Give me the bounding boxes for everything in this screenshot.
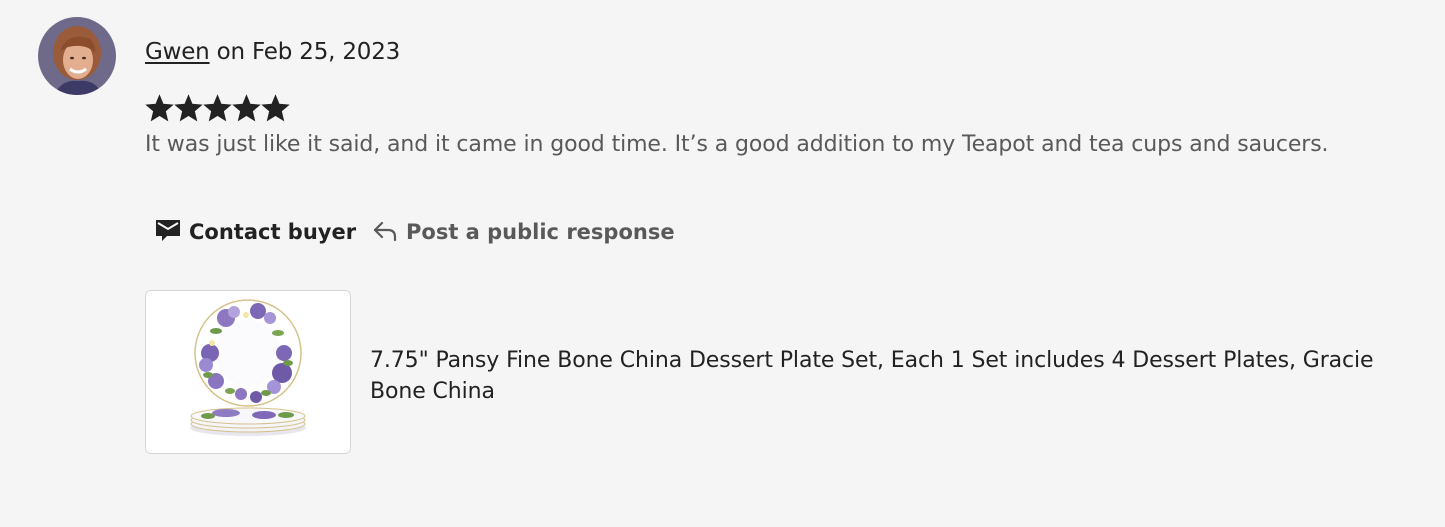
review-text: It was just like it said, and it came in… xyxy=(145,132,1329,157)
star-icon xyxy=(203,94,232,122)
product-title-link[interactable]: 7.75" Pansy Fine Bone China Dessert Plat… xyxy=(370,345,1430,407)
contact-buyer-label: Contact buyer xyxy=(189,220,357,244)
review-header: Gwen on Feb 25, 2023 xyxy=(145,37,400,67)
reviewer-avatar[interactable] xyxy=(38,17,116,95)
star-icon xyxy=(232,94,261,122)
star-rating xyxy=(145,93,290,124)
star-icon xyxy=(174,94,203,122)
star-icon xyxy=(145,94,174,122)
avatar-photo xyxy=(38,17,116,95)
reply-arrow-icon xyxy=(372,219,398,246)
post-public-response-label: Post a public response xyxy=(406,220,675,244)
envelope-icon xyxy=(155,218,181,247)
review-date: on Feb 25, 2023 xyxy=(209,39,401,65)
post-public-response-button[interactable]: Post a public response xyxy=(372,214,675,250)
product-image xyxy=(146,291,350,453)
reviewer-name-link[interactable]: Gwen xyxy=(145,39,210,65)
product-thumbnail[interactable] xyxy=(145,290,351,454)
star-icon xyxy=(261,94,290,122)
contact-buyer-button[interactable]: Contact buyer xyxy=(155,214,356,250)
